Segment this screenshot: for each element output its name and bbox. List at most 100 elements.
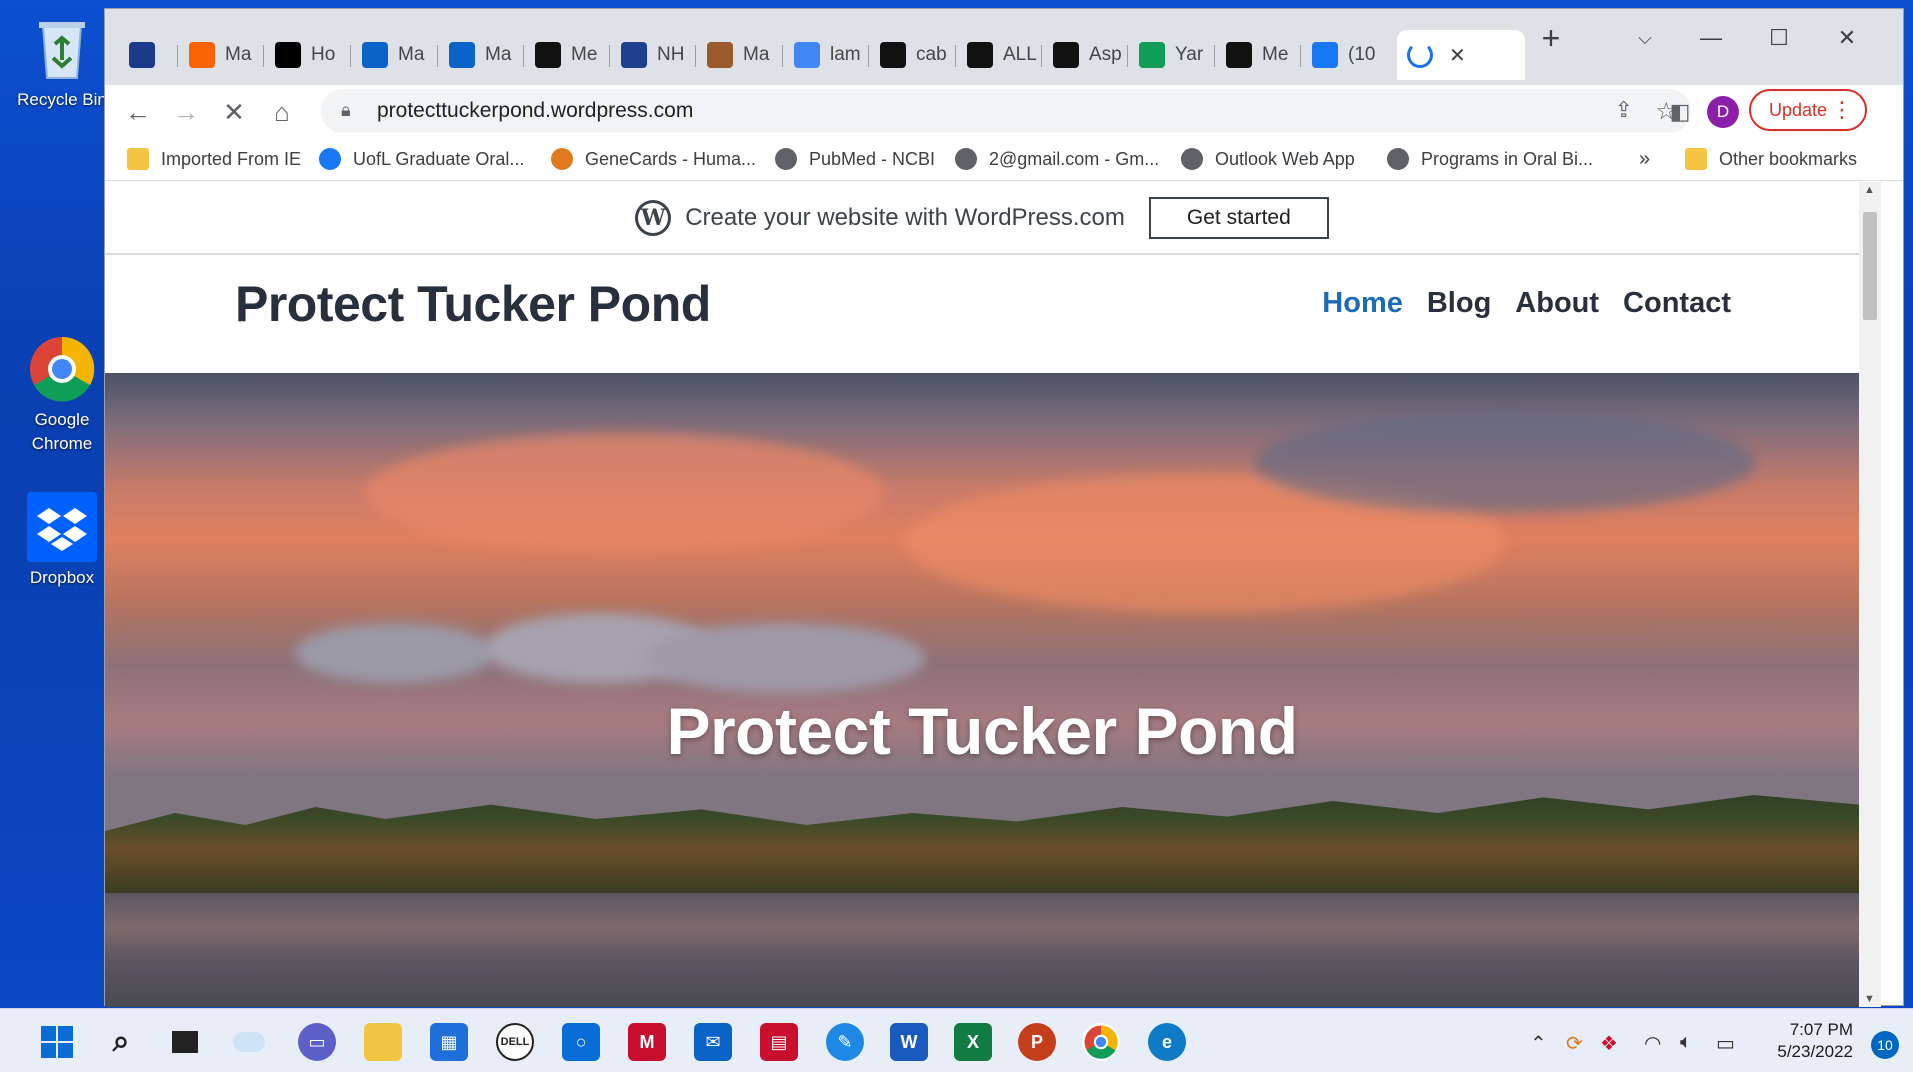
excel-icon[interactable]: X	[954, 1023, 992, 1061]
dropbox-shortcut[interactable]: Dropbox	[10, 492, 114, 590]
tab-label: NH	[657, 44, 685, 65]
edge-icon[interactable]: e	[1148, 1023, 1186, 1061]
forward-button[interactable]: →	[169, 95, 203, 129]
battery-icon[interactable]: ▭	[1716, 1031, 1735, 1056]
nav-about[interactable]: About	[1515, 287, 1599, 320]
scroll-up-arrow-icon[interactable]: ▲	[1864, 184, 1875, 196]
tab-separator	[350, 45, 351, 67]
bookmark-1[interactable]: Imported From IE	[127, 145, 301, 173]
sync-icon[interactable]: ⟳	[1566, 1031, 1583, 1056]
tab-separator	[609, 45, 610, 67]
tab-13[interactable]: Yar	[1129, 30, 1211, 80]
show-hidden-icons-chevron-icon[interactable]: ⌃	[1530, 1031, 1547, 1056]
address-bar[interactable]: 🔒︎ protecttuckerpond.wordpress.com ⇪ ☆	[321, 89, 1691, 133]
microsoft-store-icon[interactable]: ▦	[430, 1023, 468, 1061]
bookmarks-overflow-button[interactable]: »	[1639, 145, 1650, 173]
tab-15[interactable]: (10	[1302, 30, 1384, 80]
tab-1[interactable]	[119, 30, 171, 80]
notification-badge[interactable]: 10	[1871, 1031, 1899, 1059]
word-icon[interactable]: W	[890, 1023, 928, 1061]
hero-image: Protect Tucker Pond	[105, 373, 1859, 1007]
teams-chat-icon[interactable]: ▭	[298, 1023, 336, 1061]
chrome-window: Ma Ho Ma Ma Me NH Ma lam cab ALL Asp Yar Me (10 ✕ + ⌵…	[104, 8, 1904, 1007]
back-button[interactable]: ←	[121, 95, 155, 129]
profile-avatar[interactable]: D	[1707, 96, 1739, 128]
cortana-icon[interactable]: ○	[562, 1023, 600, 1061]
system-clock[interactable]: 7:07 PM 5/23/2022	[1777, 1019, 1853, 1063]
other-bookmarks-folder[interactable]: Other bookmarks	[1685, 145, 1857, 173]
tab-11[interactable]: ALL	[957, 30, 1039, 80]
bookmark-4[interactable]: PubMed - NCBI	[775, 145, 935, 173]
nh-icon	[621, 42, 647, 68]
nav-home[interactable]: Home	[1322, 287, 1403, 320]
page-scrollbar[interactable]: ▲ ▼	[1859, 182, 1881, 1007]
tab-3[interactable]: Ho	[265, 30, 347, 80]
tab-14[interactable]: Me	[1216, 30, 1298, 80]
tab-label: lam	[830, 44, 861, 65]
site-title[interactable]: Protect Tucker Pond	[235, 275, 711, 333]
widgets-icon[interactable]	[230, 1023, 268, 1061]
stop-loading-button[interactable]: ✕	[217, 95, 251, 129]
share-icon[interactable]: ⇪	[1615, 97, 1633, 123]
globe-icon	[1181, 148, 1203, 170]
side-panel-icon[interactable]: ◧	[1663, 95, 1697, 129]
powerpoint-icon[interactable]: P	[1018, 1023, 1056, 1061]
minimize-button[interactable]: —	[1689, 23, 1733, 53]
close-icon[interactable]: ✕	[1449, 43, 1466, 68]
update-button[interactable]: Update ⋮	[1749, 89, 1867, 131]
tab-10[interactable]: cab	[870, 30, 952, 80]
bookmark-5[interactable]: 2@gmail.com - Gm...	[955, 145, 1159, 173]
tab-5[interactable]: Ma	[439, 30, 521, 80]
mcafee-icon[interactable]: M	[628, 1023, 666, 1061]
bookmark-6[interactable]: Outlook Web App	[1181, 145, 1355, 173]
taskbar: ⌕ ▭ ▦ DELL ○ M ✉ ▤ ✎ W X P e ⌃ ⟳ ❖ ◠ 🔈︎ …	[0, 1008, 1913, 1072]
bookmark-3[interactable]: GeneCards - Huma...	[551, 145, 756, 173]
close-window-button[interactable]: ✕	[1825, 23, 1869, 53]
nav-blog[interactable]: Blog	[1427, 287, 1491, 320]
tab-label: Yar	[1175, 44, 1204, 65]
hero-title: Protect Tucker Pond	[666, 694, 1298, 768]
bookmark-label: UofL Graduate Oral...	[353, 148, 525, 169]
dropbox-icon	[27, 492, 97, 562]
tab-9[interactable]: lam	[784, 30, 866, 80]
dropbox-tray-icon[interactable]: ❖	[1600, 1031, 1618, 1056]
mail-icon[interactable]: ✉	[694, 1023, 732, 1061]
snipping-tool-icon[interactable]: ✎	[826, 1023, 864, 1061]
google-chrome-shortcut[interactable]: Google Chrome	[10, 334, 114, 456]
wordpress-banner-text[interactable]: Create your website with WordPress.com	[685, 204, 1125, 232]
file-explorer-icon[interactable]	[364, 1023, 402, 1061]
scroll-down-arrow-icon[interactable]: ▼	[1864, 993, 1875, 1005]
tab-2[interactable]: Ma	[179, 30, 261, 80]
url-text: protecttuckerpond.wordpress.com	[377, 99, 694, 122]
scroll-thumb[interactable]	[1863, 212, 1877, 320]
tab-search-chevron-icon[interactable]: ⌵	[1623, 23, 1667, 53]
nav-contact[interactable]: Contact	[1623, 287, 1731, 320]
maximize-button[interactable]: ☐	[1757, 23, 1801, 53]
bookmark-7[interactable]: Programs in Oral Bi...	[1387, 145, 1593, 173]
wifi-icon[interactable]: ◠	[1644, 1031, 1661, 1056]
volume-icon[interactable]: 🔈︎	[1680, 1031, 1692, 1054]
tab-8[interactable]: Ma	[697, 30, 779, 80]
tab-7[interactable]: NH	[611, 30, 693, 80]
chrome-taskbar-icon[interactable]	[1082, 1023, 1120, 1061]
dell-icon[interactable]: DELL	[496, 1023, 534, 1061]
search-icon[interactable]: ⌕	[102, 1023, 140, 1061]
tab-separator	[263, 45, 264, 67]
wordpress-logo-icon: W	[635, 199, 672, 236]
nytimes-icon	[535, 42, 561, 68]
get-started-button[interactable]: Get started	[1148, 196, 1329, 239]
tab-12[interactable]: Asp	[1043, 30, 1125, 80]
tab-4[interactable]: Ma	[352, 30, 434, 80]
tab-6[interactable]: Me	[525, 30, 607, 80]
home-button[interactable]: ⌂	[265, 95, 299, 129]
tab-active[interactable]: ✕	[1397, 30, 1525, 80]
start-button[interactable]	[38, 1023, 76, 1061]
tab-strip: Ma Ho Ma Ma Me NH Ma lam cab ALL Asp Yar Me (10 ✕ + ⌵…	[105, 9, 1903, 85]
task-view-icon[interactable]	[166, 1023, 204, 1061]
recycle-bin-shortcut[interactable]: Recycle Bin	[10, 14, 114, 112]
recycle-bin-icon	[27, 14, 97, 84]
outlook-icon	[362, 42, 388, 68]
news-icon[interactable]: ▤	[760, 1023, 798, 1061]
bookmark-2[interactable]: UofL Graduate Oral...	[319, 145, 524, 173]
new-tab-button[interactable]: +	[1529, 20, 1573, 56]
